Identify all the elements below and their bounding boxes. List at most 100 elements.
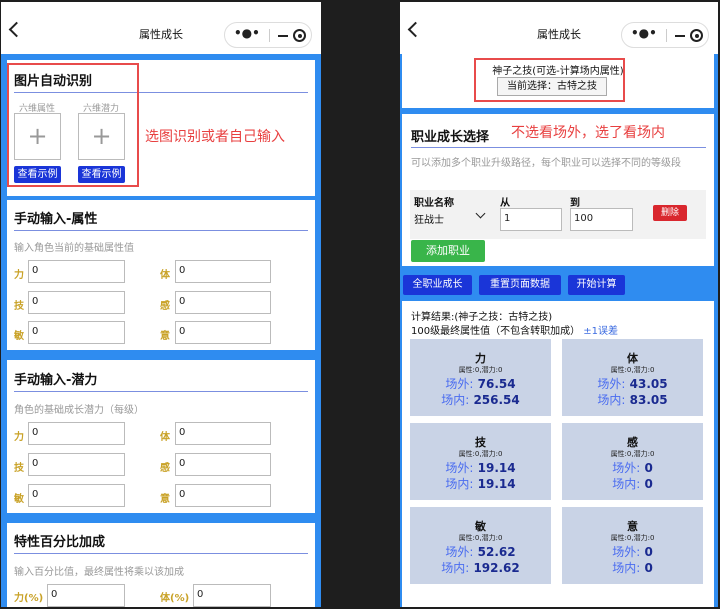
attr-input-tech[interactable]: 0	[28, 291, 125, 314]
inside-value: 83.05	[629, 393, 668, 407]
to-level-label: 到	[570, 198, 580, 209]
outside-label: 场外:	[597, 377, 626, 391]
capsule-divider	[269, 29, 270, 42]
stat-name: 意	[627, 520, 638, 533]
close-target-icon[interactable]	[690, 29, 703, 42]
stat-name: 敏	[475, 520, 486, 533]
stat-base: 属性:0,潜力:0	[458, 450, 503, 458]
stat-inside-row: 场内: 83.05	[562, 391, 703, 408]
minimize-icon[interactable]	[675, 35, 685, 37]
attr-input-con[interactable]: 0	[175, 260, 271, 283]
left-phone-screen: 属性成长 •●• 图片自动识别 六维属性 六维潜力 + + 查看示例 查看示例 …	[1, 2, 321, 607]
error-margin: ±1误差	[583, 326, 619, 337]
to-level-input[interactable]: 100	[570, 208, 633, 231]
add-job-button[interactable]: 添加职业	[411, 240, 485, 262]
trait-bonus-title: 特性百分比加成	[14, 535, 106, 550]
outside-label: 场外:	[445, 545, 474, 559]
close-target-icon[interactable]	[293, 29, 306, 42]
trait-bonus-card: 特性百分比加成 输入百分比值，最终属性将乘以该加成 力(%) 0 体(%) 0	[7, 523, 315, 607]
attr-input-sense[interactable]: 0	[175, 291, 271, 314]
potential-label-will: 意	[160, 494, 170, 505]
career-hint: 可以添加多个职业升级路径，每个职业可以选择不同的等级段	[411, 158, 681, 169]
potential-label-tech: 技	[14, 463, 24, 474]
result-subtitle: 100级最终属性值（不包含转职加成） ±1误差	[411, 322, 618, 337]
job-select[interactable]: 狂战士	[414, 211, 444, 226]
inside-label: 场内:	[597, 393, 626, 407]
stat-name: 技	[475, 436, 486, 449]
result-subtitle-text: 100级最终属性值（不包含转职加成）	[411, 326, 581, 337]
more-menu-icon[interactable]: •●•	[234, 26, 260, 40]
stat-card-sense: 感 属性:0,潜力:0 场外: 0 场内: 0	[562, 423, 703, 500]
stat-outside-row: 场外: 0	[562, 459, 703, 476]
inside-label: 场内:	[441, 393, 470, 407]
potential-label-con: 体	[160, 432, 170, 443]
right-phone-screen: 属性成长 •●• 神子之技(可选-计算场内属性) 当前选择：古特之技 职业成长选…	[400, 2, 718, 607]
bonus-label-con: 体(%)	[160, 593, 190, 604]
from-level-input[interactable]: 1	[500, 208, 562, 231]
annotation-note: 选图识别或者自己输入	[145, 129, 285, 145]
outside-value: 76.54	[477, 377, 516, 391]
minimize-icon[interactable]	[278, 35, 288, 37]
inside-value: 256.54	[473, 393, 520, 407]
section-divider	[14, 391, 308, 392]
stat-card-agi: 敏 属性:0,潜力:0 场外: 52.62 场内: 192.62	[410, 507, 551, 584]
attr-input-agi[interactable]: 0	[28, 321, 125, 344]
stat-inside-row: 场内: 256.54	[410, 391, 551, 408]
attr-label-con: 体	[160, 270, 170, 281]
stat-outside-row: 场外: 76.54	[410, 375, 551, 392]
potential-input-will[interactable]: 0	[175, 484, 271, 507]
outside-value: 0	[644, 545, 653, 559]
nav-bar: 属性成长 •●•	[400, 2, 718, 54]
potential-input-agi[interactable]: 0	[28, 484, 125, 507]
potential-input-tech[interactable]: 0	[28, 453, 125, 476]
stat-base: 属性:0,潜力:0	[458, 366, 503, 374]
outside-value: 19.14	[477, 461, 516, 475]
stat-card-str: 力 属性:0,潜力:0 场外: 76.54 场内: 256.54	[410, 339, 551, 416]
job-name-label: 职业名称	[414, 198, 454, 209]
bonus-input-con[interactable]: 0	[193, 584, 271, 607]
tab-all-career-growth[interactable]: 全职业成长	[403, 275, 472, 295]
more-menu-icon[interactable]: •●•	[631, 26, 657, 40]
section-divider	[14, 230, 308, 231]
mini-program-capsule: •●•	[621, 22, 709, 48]
potential-input-con[interactable]: 0	[175, 422, 271, 445]
stat-inside-row: 场内: 192.62	[410, 559, 551, 576]
inside-label: 场内:	[612, 561, 641, 575]
stat-outside-row: 场外: 19.14	[410, 459, 551, 476]
tab-start-calculation[interactable]: 开始计算	[568, 275, 625, 295]
manual-attr-card: 手动输入-属性 输入角色当前的基础属性值 力 0 体 0 技 0 感 0 敏 0…	[7, 200, 315, 350]
bonus-label-str: 力(%)	[14, 593, 44, 604]
potential-label-sense: 感	[160, 463, 170, 474]
stat-inside-row: 场内: 19.14	[410, 475, 551, 492]
outside-label: 场外:	[445, 461, 474, 475]
tab-reset-data[interactable]: 重置页面数据	[479, 275, 561, 295]
mini-program-capsule: •●•	[224, 22, 312, 48]
annotation-frame	[474, 58, 625, 102]
inside-value: 0	[644, 477, 653, 491]
section-divider	[14, 553, 308, 554]
attr-label-agi: 敏	[14, 331, 24, 342]
stat-card-con: 体 属性:0,潜力:0 场外: 43.05 场内: 83.05	[562, 339, 703, 416]
attr-input-str[interactable]: 0	[28, 260, 125, 283]
delete-job-button[interactable]: 删除	[653, 205, 687, 221]
attr-input-will[interactable]: 0	[175, 321, 271, 344]
outside-value: 0	[644, 461, 653, 475]
manual-attr-title: 手动输入-属性	[14, 212, 98, 227]
inside-label: 场内:	[445, 477, 474, 491]
capsule-divider	[666, 29, 667, 42]
stat-inside-row: 场内: 0	[562, 559, 703, 576]
manual-attr-hint: 输入角色当前的基础属性值	[14, 243, 134, 254]
outside-label: 场外:	[612, 545, 641, 559]
chevron-down-icon[interactable]	[475, 208, 486, 219]
potential-input-str[interactable]: 0	[28, 422, 125, 445]
bonus-input-str[interactable]: 0	[47, 584, 125, 607]
inside-value: 19.14	[477, 477, 516, 491]
potential-input-sense[interactable]: 0	[175, 453, 271, 476]
manual-potential-title: 手动输入-潜力	[14, 373, 98, 388]
stat-base: 属性:0,潜力:0	[610, 366, 655, 374]
potential-label-agi: 敏	[14, 494, 24, 505]
career-card: 职业成长选择 不选看场外，选了看场内 可以添加多个职业升级路径，每个职业可以选择…	[402, 114, 714, 266]
stat-name: 力	[475, 352, 486, 365]
result-title: 计算结果:(神子之技：古特之技)	[411, 312, 553, 323]
annotation-note: 不选看场外，选了看场内	[511, 125, 665, 141]
